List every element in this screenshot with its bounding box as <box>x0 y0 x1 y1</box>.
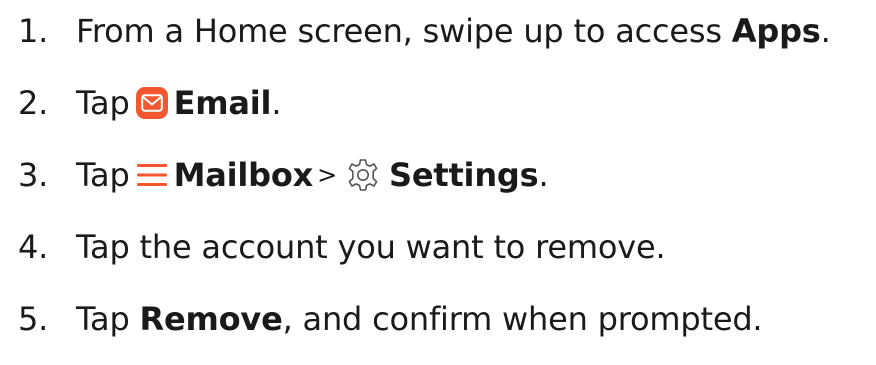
step-4: 4. Tap the account you want to remove. <box>18 222 666 272</box>
step-3: 3. Tap Mailbox > Settings . <box>18 150 549 200</box>
step-number: 4. <box>18 228 49 266</box>
step-number: 3. <box>18 156 49 194</box>
step-bold-term: Email <box>173 84 272 122</box>
settings-gear-icon <box>345 157 381 193</box>
hamburger-menu-icon <box>136 162 168 188</box>
step-bold-term-settings: Settings <box>389 156 539 194</box>
step-2: 2. Tap Email . <box>18 78 282 128</box>
step-punctuation: . <box>820 12 831 50</box>
step-verb: Tap <box>76 84 130 122</box>
step-text: , and confirm when prompted. <box>282 300 763 338</box>
step-5: 5. Tap Remove , and confirm when prompte… <box>18 294 763 344</box>
step-verb: Tap <box>76 300 140 338</box>
breadcrumb-separator: > <box>317 161 338 189</box>
step-bold-term: Remove <box>139 300 283 338</box>
step-text: Tap the account you want to remove. <box>76 228 666 266</box>
step-verb: Tap <box>76 156 130 194</box>
step-number: 5. <box>18 300 49 338</box>
step-number: 2. <box>18 84 49 122</box>
instruction-list: 1. From a Home screen, swipe up to acces… <box>0 0 876 365</box>
step-bold-term-mailbox: Mailbox <box>173 156 314 194</box>
step-number: 1. <box>18 12 49 50</box>
email-app-icon <box>135 87 168 119</box>
step-punctuation: . <box>538 156 549 194</box>
step-text: From a Home screen, swipe up to access <box>76 12 732 50</box>
step-1: 1. From a Home screen, swipe up to acces… <box>18 6 831 56</box>
step-punctuation: . <box>271 84 282 122</box>
step-bold-term: Apps <box>731 12 821 50</box>
